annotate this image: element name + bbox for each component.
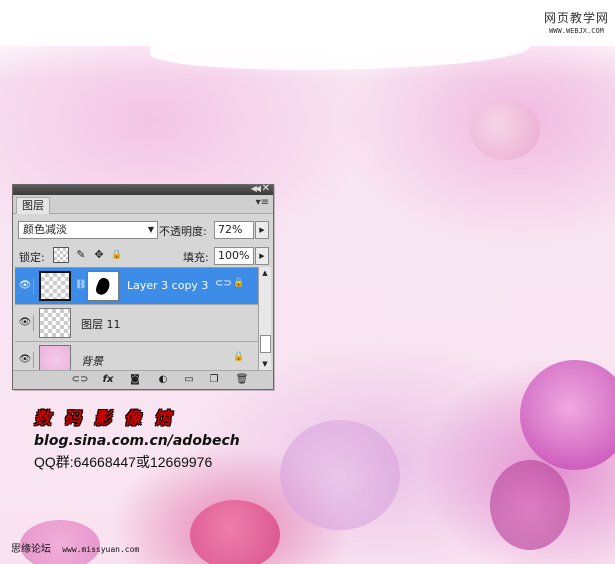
layers-list: 👁 ⛓ Layer 3 copy 3 ⊂⊃ 🔒 👁 图层 11 👁 背景 🔒 bbox=[15, 267, 271, 371]
footer-url: www.missyuan.com bbox=[62, 545, 140, 554]
eye-icon[interactable]: 👁 bbox=[17, 352, 34, 368]
scroll-thumb[interactable] bbox=[260, 335, 271, 353]
watermark-site-url: WWW.WEBJX.COM bbox=[549, 27, 604, 35]
fill-label: 填充: bbox=[183, 251, 209, 264]
layer-name: 背景 bbox=[81, 355, 103, 368]
fill-slider-button[interactable]: ▶ bbox=[255, 247, 269, 265]
layer-thumbnail bbox=[39, 308, 71, 338]
footer-forum: 思缘论坛 bbox=[11, 544, 51, 555]
eye-icon[interactable]: 👁 bbox=[17, 278, 34, 294]
layers-panel: ◀◀ ✕ 图层 ▾≡ 颜色减淡 ▼ 不透明度: 72% ▶ 锁定: ✎ ✥ 🔒 … bbox=[12, 183, 274, 390]
chevron-down-icon: ▼ bbox=[147, 225, 154, 234]
layer-mask-thumbnail[interactable] bbox=[87, 271, 119, 301]
lock-icon: 🔒 bbox=[233, 352, 245, 362]
panel-menu-icon[interactable]: ▾≡ bbox=[256, 197, 269, 208]
rose-decoration bbox=[190, 500, 280, 564]
eye-icon[interactable]: 👁 bbox=[17, 315, 34, 331]
mask-shape bbox=[94, 276, 112, 297]
mask-link-icon[interactable]: ⛓ bbox=[75, 280, 86, 290]
panel-titlebar: ◀◀ ✕ bbox=[13, 183, 273, 195]
layer-thumbnail bbox=[39, 345, 71, 371]
rose-decoration bbox=[470, 100, 540, 160]
credits-qq: QQ群:64668447或12669976 bbox=[34, 454, 213, 470]
scroll-down-icon[interactable]: ▼ bbox=[259, 358, 271, 370]
add-mask-icon[interactable]: ◙ bbox=[126, 373, 144, 387]
layers-scrollbar[interactable]: ▲ ▼ bbox=[258, 267, 271, 370]
credits-block: 数码影像馆 blog.sina.com.cn/adobech QQ群:64668… bbox=[34, 404, 240, 472]
link-icon: ⊂⊃ bbox=[215, 278, 232, 289]
close-icon[interactable]: ✕ bbox=[262, 183, 270, 194]
link-layers-icon[interactable]: ⊂⊃ bbox=[71, 373, 89, 387]
opacity-slider-button[interactable]: ▶ bbox=[255, 221, 269, 239]
scroll-up-icon[interactable]: ▲ bbox=[259, 267, 271, 279]
rose-decoration bbox=[280, 420, 400, 530]
panel-bottom-toolbar: ⊂⊃ fx ◙ ◐ ▭ ❐ 🗑 bbox=[13, 370, 273, 389]
layer-row[interactable]: 👁 图层 11 bbox=[15, 305, 258, 342]
delete-layer-icon[interactable]: 🗑 bbox=[233, 373, 251, 387]
adjustment-layer-icon[interactable]: ◐ bbox=[154, 373, 172, 387]
layer-row[interactable]: 👁 ⛓ Layer 3 copy 3 ⊂⊃ 🔒 bbox=[15, 268, 258, 305]
lock-position-icon[interactable]: ✥ bbox=[91, 247, 107, 263]
footer: 思缘论坛 www.missyuan.com bbox=[11, 540, 139, 555]
opacity-label: 不透明度: bbox=[159, 225, 207, 238]
new-layer-icon[interactable]: ❐ bbox=[205, 373, 223, 387]
layer-name: 图层 11 bbox=[81, 318, 121, 331]
collapse-icon[interactable]: ◀◀ bbox=[251, 184, 261, 193]
watermark-site-name: 网页教学网 bbox=[543, 11, 609, 25]
lock-all-icon[interactable]: 🔒 bbox=[109, 247, 125, 263]
rose-decoration bbox=[490, 460, 570, 550]
opacity-field[interactable]: 72% bbox=[214, 221, 254, 239]
lock-icon: 🔒 bbox=[233, 278, 245, 288]
tab-layers[interactable]: 图层 bbox=[16, 197, 50, 214]
fx-icon[interactable]: fx bbox=[99, 373, 117, 387]
layer-name: Layer 3 copy 3 bbox=[127, 279, 209, 292]
lock-label: 锁定: bbox=[19, 251, 45, 264]
credits-blog: blog.sina.com.cn/adobech bbox=[34, 433, 240, 449]
lock-image-pixels-icon[interactable]: ✎ bbox=[73, 247, 89, 263]
blend-mode-select[interactable]: 颜色减淡 ▼ bbox=[18, 221, 158, 239]
blend-mode-value: 颜色减淡 bbox=[23, 223, 67, 236]
site-watermark: 网页教学网 WWW.WEBJX.COM bbox=[544, 9, 609, 35]
layer-thumbnail bbox=[39, 271, 71, 301]
new-group-icon[interactable]: ▭ bbox=[180, 373, 198, 387]
fill-field[interactable]: 100% bbox=[214, 247, 254, 265]
credits-title: 数码影像馆 bbox=[34, 409, 184, 429]
panel-tab-row: 图层 ▾≡ bbox=[13, 195, 273, 214]
lock-transparency-icon[interactable] bbox=[53, 247, 69, 263]
layer-row[interactable]: 👁 背景 🔒 bbox=[15, 342, 258, 371]
